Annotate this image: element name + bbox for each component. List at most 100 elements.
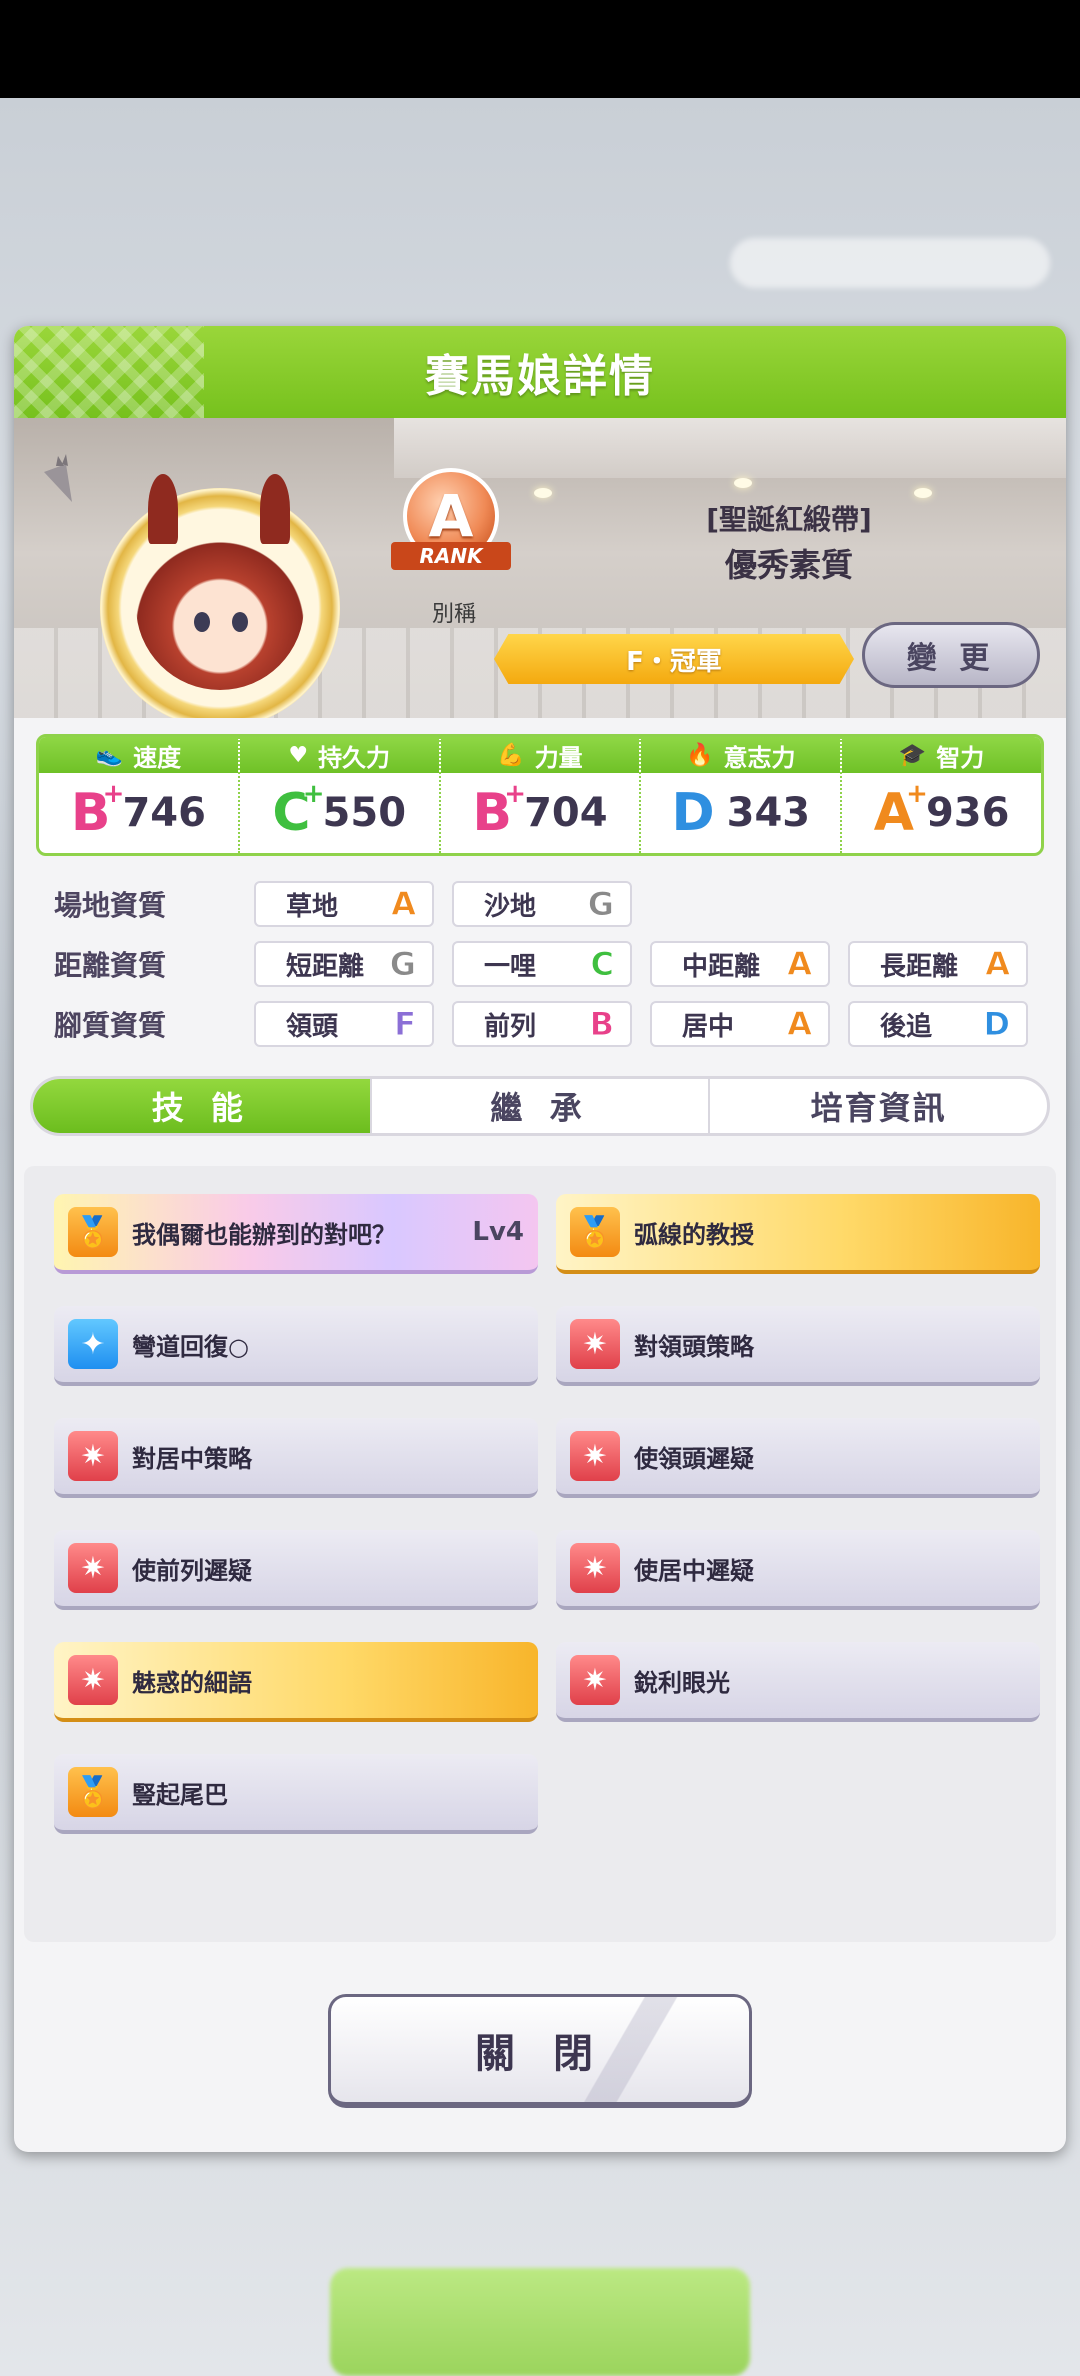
- flame-icon: 🔥: [686, 742, 714, 768]
- skill-name: 弧線的教授: [634, 1220, 754, 1249]
- stat-value: 936: [925, 790, 1010, 836]
- distance-aptitude-cell: 中距離 A: [650, 941, 830, 987]
- umamusume-detail-dialog: 賽馬娘詳情 A RANK 別稱 [聖誕紅緞帶] 優秀素質 F・冠軍 變 更 👟 …: [14, 326, 1066, 2152]
- skill-icon: ✷: [570, 1319, 620, 1369]
- aptitude-grade: G: [389, 945, 416, 984]
- tab-inheritance[interactable]: 繼 承: [372, 1079, 711, 1133]
- skill-icon: 🏅: [68, 1767, 118, 1817]
- aptitude-name: 長距離: [880, 951, 959, 982]
- skill-item[interactable]: ✷ 使居中遲疑: [556, 1530, 1040, 1610]
- skill-icon: ✷: [570, 1655, 620, 1705]
- track-aptitude-cell: 草地 A: [254, 881, 434, 927]
- title-block: [聖誕紅緞帶] 優秀素質: [664, 498, 914, 586]
- status-bar: [0, 0, 1080, 98]
- stat-3: 🔥 意志力 D 343: [641, 737, 843, 853]
- stat-2: 💪 力量 B +704: [440, 737, 642, 853]
- style-aptitude-cell: 後追 D: [848, 1001, 1028, 1047]
- aptitude-name: 領頭: [286, 1011, 339, 1042]
- skill-icon: ✷: [68, 1543, 118, 1593]
- skill-item[interactable]: 🏅 弧線的教授: [556, 1194, 1040, 1274]
- skill-item[interactable]: ✷ 使前列遲疑: [54, 1530, 538, 1610]
- skill-name: 使領頭遲疑: [634, 1444, 754, 1473]
- skill-icon: ✦: [68, 1319, 118, 1369]
- detail-tabs: 技 能 繼 承 培育資訊: [30, 1076, 1050, 1136]
- skill-name: 對領頭策略: [634, 1332, 754, 1361]
- stat-label: 力量: [534, 743, 583, 772]
- muscle-icon: 💪: [497, 742, 525, 768]
- tab-skills[interactable]: 技 能: [33, 1079, 372, 1133]
- style-aptitude-label: 腳質資質: [54, 1009, 167, 1042]
- rank-ribbon: RANK: [391, 542, 511, 570]
- stat-value: 343: [726, 790, 811, 836]
- stat-label: 意志力: [723, 743, 796, 772]
- skill-item[interactable]: 🏅 我偶爾也能辦到的對吧？ Lv4: [54, 1194, 538, 1274]
- skill-name: 豎起尾巴: [132, 1780, 228, 1809]
- change-button[interactable]: 變 更: [862, 622, 1040, 688]
- stat-grade: A +: [873, 778, 929, 844]
- track-aptitude-row: 場地資質 草地 A 沙地 G: [54, 874, 1054, 934]
- aptitude-name: 一哩: [484, 951, 537, 982]
- stat-label: 速度: [133, 743, 182, 772]
- graduation-cap-icon: 🎓: [898, 742, 927, 768]
- distance-aptitude-cell: 長距離 A: [848, 941, 1028, 987]
- distance-aptitude-cell: 一哩 C: [452, 941, 632, 987]
- stat-label: 持久力: [318, 743, 391, 772]
- stat-grade: B +: [471, 778, 527, 844]
- aptitude-grade: D: [983, 1005, 1011, 1044]
- stat-1: ♥ 持久力 C +550: [239, 737, 441, 853]
- stat-header: 💪 力量: [440, 737, 640, 773]
- track-aptitude-cell: 沙地 G: [452, 881, 632, 927]
- stat-grade: B +: [70, 778, 126, 844]
- skills-list: 🏅 我偶爾也能辦到的對吧？ Lv4 🏅 弧線的教授 ✦ 彎道回復○ ✷ 對領頭策略 ✷ 對居中策略 ✷…: [24, 1166, 1056, 1942]
- character-avatar[interactable]: [100, 474, 340, 718]
- skill-icon: ✷: [570, 1431, 620, 1481]
- stat-grade: D: [670, 782, 715, 844]
- stat-header: ♥ 持久力: [239, 737, 439, 773]
- distance-aptitude-label: 距離資質: [54, 949, 167, 982]
- aptitude-grade: B: [589, 1005, 614, 1044]
- skill-item[interactable]: ✷ 魅惑的細語: [54, 1642, 538, 1722]
- distance-aptitude-cell: 短距離 G: [254, 941, 434, 987]
- aptitude-name: 草地: [286, 891, 339, 922]
- skill-icon: 🏅: [570, 1207, 620, 1257]
- aptitude-grade: A: [391, 885, 417, 924]
- stat-label: 智力: [936, 743, 985, 772]
- track-aptitude-label: 場地資質: [54, 889, 167, 922]
- style-aptitude-cell: 前列 B: [452, 1001, 632, 1047]
- aptitude-name: 短距離: [286, 951, 365, 982]
- skill-item[interactable]: 🏅 豎起尾巴: [54, 1754, 538, 1834]
- carrot-icon[interactable]: [36, 452, 80, 510]
- skill-name: 對居中策略: [132, 1444, 252, 1473]
- close-button[interactable]: 關 閉: [328, 1994, 752, 2108]
- stat-0: 👟 速度 B +746: [39, 737, 240, 853]
- skill-item[interactable]: ✷ 對領頭策略: [556, 1306, 1040, 1386]
- style-aptitude-cell: 領頭 F: [254, 1001, 434, 1047]
- stat-value: 550: [322, 790, 407, 836]
- skill-icon: ✷: [68, 1655, 118, 1705]
- aptitude-name: 居中: [682, 1011, 735, 1042]
- close-button-label: 關 閉: [475, 2030, 605, 2077]
- aptitude-grade: C: [590, 945, 615, 984]
- rank-sub-label: 別稱: [431, 602, 476, 627]
- skill-item[interactable]: ✦ 彎道回復○: [54, 1306, 538, 1386]
- skill-item[interactable]: ✷ 使領頭遲疑: [556, 1418, 1040, 1498]
- style-aptitude-cell: 居中 A: [650, 1001, 830, 1047]
- skill-icon: ✷: [68, 1431, 118, 1481]
- tab-training-info[interactable]: 培育資訊: [710, 1079, 1047, 1133]
- aptitude-name: 後追: [880, 1011, 933, 1042]
- skill-level: Lv4: [472, 1217, 524, 1247]
- aptitude-name: 前列: [484, 1011, 537, 1042]
- skill-name: 彎道回復○: [132, 1332, 249, 1361]
- stat-header: 🔥 意志力: [641, 737, 841, 773]
- aptitude-grade: F: [394, 1005, 417, 1044]
- aptitude-name: 沙地: [484, 891, 537, 922]
- aptitude-grade: G: [587, 885, 614, 924]
- skill-item[interactable]: ✷ 銳利眼光: [556, 1642, 1040, 1722]
- skill-item[interactable]: ✷ 對居中策略: [54, 1418, 538, 1498]
- distance-aptitude-row: 距離資質 短距離 G 一哩 C 中距離 A 長距離 A: [54, 934, 1054, 994]
- skill-name: 我偶爾也能辦到的對吧？: [132, 1220, 396, 1249]
- stats-panel: 👟 速度 B +746 ♥ 持久力 C +550 💪 力量 B +704 🔥 意志力 D 343 🎓 智力 A +93…: [36, 734, 1044, 856]
- skill-icon: ✷: [570, 1543, 620, 1593]
- style-aptitude-row: 腳質資質 領頭 F 前列 B 居中 A 後追 D: [54, 994, 1054, 1054]
- blurred-confirm-button: [330, 2268, 750, 2376]
